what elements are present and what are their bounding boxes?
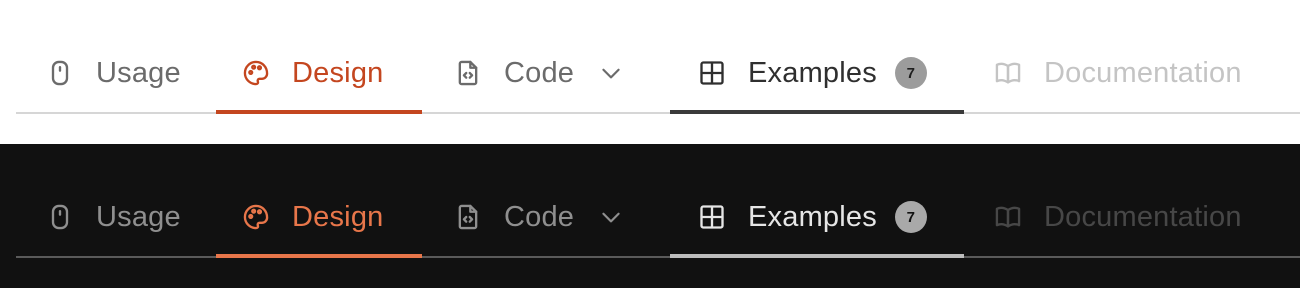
tab-code-label: Code (504, 56, 575, 89)
chevron-down-icon[interactable] (598, 60, 624, 86)
tab-documentation[interactable]: Documentation (994, 176, 1294, 258)
tab-examples[interactable]: Examples 7 (670, 32, 964, 114)
table-icon (698, 59, 726, 87)
tab-code[interactable]: Code (452, 176, 652, 258)
tab-usage[interactable]: Usage (46, 176, 196, 258)
palette-icon (242, 59, 270, 87)
tab-code[interactable]: Code (452, 32, 652, 114)
tab-design-label: Design (292, 200, 384, 233)
tab-examples-label: Examples (748, 200, 877, 233)
book-icon (994, 59, 1022, 87)
tab-examples-underline (670, 254, 964, 258)
tab-design-label: Design (292, 56, 384, 89)
tab-documentation[interactable]: Documentation (994, 32, 1294, 114)
code-file-icon (454, 203, 482, 231)
tab-documentation-label: Documentation (1044, 56, 1242, 89)
tab-examples-label: Examples (748, 56, 877, 89)
tab-code-label: Code (504, 200, 575, 233)
tab-examples-underline (670, 110, 964, 114)
tab-usage-label: Usage (96, 56, 181, 89)
tab-documentation-label: Documentation (1044, 200, 1242, 233)
palette-icon (242, 203, 270, 231)
tab-design[interactable]: Design (216, 32, 422, 114)
mouse-icon (46, 59, 74, 87)
tab-examples[interactable]: Examples 7 (670, 176, 964, 258)
table-icon (698, 203, 726, 231)
tab-design-underline (216, 110, 422, 114)
tab-design[interactable]: Design (216, 176, 422, 258)
chevron-down-icon[interactable] (598, 204, 624, 230)
tab-usage[interactable]: Usage (46, 32, 196, 114)
book-icon (994, 203, 1022, 231)
mouse-icon (46, 203, 74, 231)
tab-design-underline (216, 254, 422, 258)
tab-usage-label: Usage (96, 200, 181, 233)
count-badge: 7 (894, 57, 927, 89)
count-badge: 7 (894, 201, 927, 233)
tab-bar: Usage Design Code Examples 7 Documentati… (16, 176, 1300, 258)
tabbar-light-panel: Usage Design Code Examples 7 Documentati… (0, 0, 1300, 144)
code-file-icon (454, 59, 482, 87)
tabbar-dark-panel: Usage Design Code Examples 7 Documentati… (0, 144, 1300, 288)
tab-bar: Usage Design Code Examples 7 Documentati… (16, 32, 1300, 114)
